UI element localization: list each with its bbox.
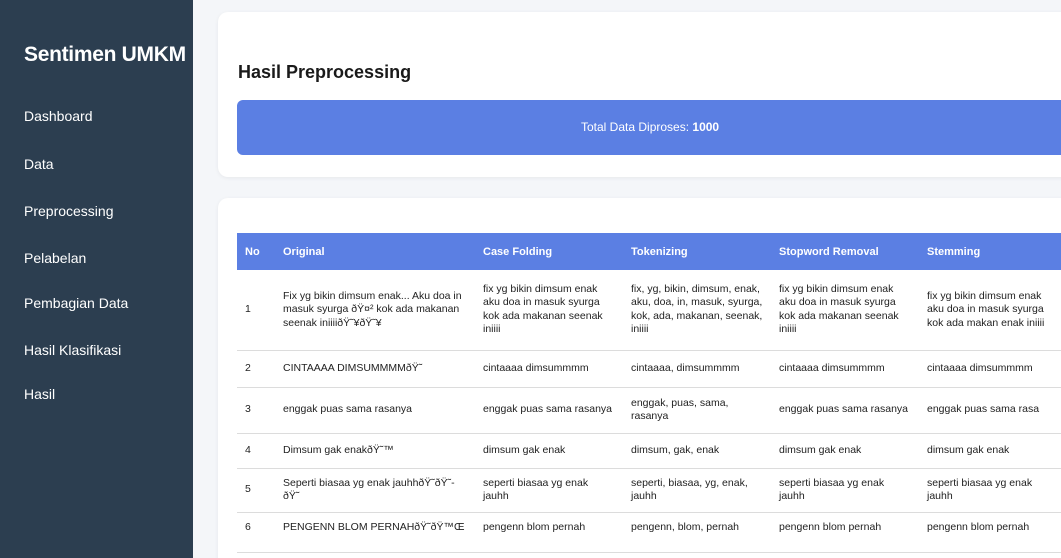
cell-tokenizing: fix, yg, bikin, dimsum, enak, aku, doa, … (623, 270, 771, 351)
cell-original: Dimsum gak enakðŸ˜™ (275, 433, 475, 469)
table-row: 1 Fix yg bikin dimsum enak... Aku doa in… (237, 270, 1061, 351)
cell-no: 3 (237, 387, 275, 434)
sidebar-item-hasil-klasifikasi[interactable]: Hasil Klasifikasi (24, 342, 121, 358)
cell-no: 5 (237, 468, 275, 513)
cell-tokenizing: pengenn, blom, pernah (623, 512, 771, 553)
cell-stopword-removal: seperti biasaa yg enak jauhh (771, 468, 919, 513)
cell-stopword-removal: cintaaaa dimsummmm (771, 350, 919, 388)
total-data-banner: Total Data Diproses: 1000 (237, 100, 1061, 155)
total-data-label: Total Data Diproses: (581, 120, 693, 134)
cell-original: enggak puas sama rasanya (275, 387, 475, 434)
cell-original: CINTAAAA DIMSUMMMMðŸ˜ (275, 350, 475, 388)
cell-tokenizing: enggak, puas, sama, rasanya (623, 387, 771, 434)
cell-no: 4 (237, 433, 275, 469)
cell-stemming: pengenn blom pernah (919, 512, 1061, 553)
sidebar-item-preprocessing[interactable]: Preprocessing (24, 203, 114, 219)
sidebar-item-hasil[interactable]: Hasil (24, 386, 55, 402)
page-title: Hasil Preprocessing (238, 62, 412, 82)
brand-title: Sentimen UMKM (24, 43, 186, 66)
cell-case-folding: cintaaaa dimsummmm (475, 350, 623, 388)
cell-stemming: cintaaaa dimsummmm (919, 350, 1061, 388)
cell-stopword-removal: enggak puas sama rasanya (771, 387, 919, 434)
cell-no: 1 (237, 270, 275, 351)
total-data-text: Total Data Diproses: 1000 (581, 120, 719, 134)
total-data-value: 1000 (692, 120, 720, 134)
cell-original: Seperti biasaa yg enak jauhhðŸ˜ðŸ˜-ðŸ˜ (275, 468, 475, 513)
cell-original: PENGENN BLOM PERNAHðŸ˜ðŸ™Œ (275, 512, 475, 553)
sidebar-item-pembagian-data[interactable]: Pembagian Data (24, 295, 128, 311)
cell-stopword-removal: dimsum gak enak (771, 433, 919, 469)
col-header-tokenizing: Tokenizing (631, 245, 688, 258)
sidebar-item-data[interactable]: Data (24, 156, 54, 172)
cell-stopword-removal: pengenn blom pernah (771, 512, 919, 553)
table-row: 5 Seperti biasaa yg enak jauhhðŸ˜ðŸ˜-ðŸ˜… (237, 468, 1061, 513)
table-row: 4 Dimsum gak enakðŸ˜™ dimsum gak enak di… (237, 433, 1061, 469)
table-row: 2 CINTAAAA DIMSUMMMMðŸ˜ cintaaaa dimsumm… (237, 350, 1061, 388)
cell-no: 6 (237, 512, 275, 553)
cell-stemming: enggak puas sama rasa (919, 387, 1061, 434)
col-header-original: Original (283, 245, 325, 258)
preprocessing-table: No Original Case Folding Tokenizing Stop… (237, 233, 1061, 553)
cell-stemming: fix yg bikin dimsum enak aku doa in masu… (919, 270, 1061, 351)
table-header-row: No Original Case Folding Tokenizing Stop… (237, 233, 1061, 270)
sidebar-item-dashboard[interactable]: Dashboard (24, 108, 93, 124)
col-header-stemming: Stemming (927, 245, 981, 258)
results-card: No Original Case Folding Tokenizing Stop… (218, 198, 1061, 558)
summary-card: Hasil Preprocessing Total Data Diproses:… (218, 12, 1061, 177)
cell-no: 2 (237, 350, 275, 388)
table-row: 6 PENGENN BLOM PERNAHðŸ˜ðŸ™Œ pengenn blo… (237, 512, 1061, 553)
cell-stemming: seperti biasaa yg enak jauhh (919, 468, 1061, 513)
cell-stopword-removal: fix yg bikin dimsum enak aku doa in masu… (771, 270, 919, 351)
cell-tokenizing: dimsum, gak, enak (623, 433, 771, 469)
sidebar-item-pelabelan[interactable]: Pelabelan (24, 250, 86, 266)
sidebar: Sentimen UMKM Dashboard Data Preprocessi… (0, 0, 193, 558)
cell-tokenizing: cintaaaa, dimsummmm (623, 350, 771, 388)
cell-tokenizing: seperti, biasaa, yg, enak, jauhh (623, 468, 771, 513)
cell-stemming: dimsum gak enak (919, 433, 1061, 469)
cell-case-folding: dimsum gak enak (475, 433, 623, 469)
cell-case-folding: fix yg bikin dimsum enak aku doa in masu… (475, 270, 623, 351)
cell-case-folding: seperti biasaa yg enak jauhh (475, 468, 623, 513)
col-header-stopword-removal: Stopword Removal (779, 245, 879, 258)
table-row: 3 enggak puas sama rasanya enggak puas s… (237, 387, 1061, 434)
col-header-case-folding: Case Folding (483, 245, 553, 258)
cell-case-folding: enggak puas sama rasanya (475, 387, 623, 434)
col-header-no: No (245, 245, 260, 258)
cell-original: Fix yg bikin dimsum enak... Aku doa in m… (275, 270, 475, 351)
cell-case-folding: pengenn blom pernah (475, 512, 623, 553)
